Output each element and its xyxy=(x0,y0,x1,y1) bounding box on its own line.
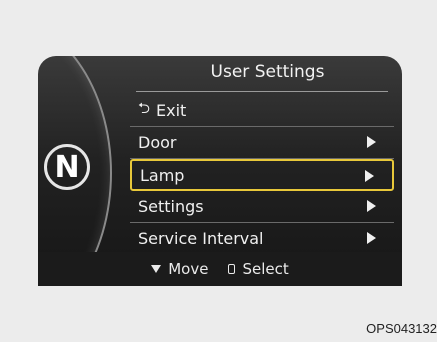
menu-item-service-interval[interactable]: Service Interval xyxy=(130,223,394,255)
menu-item-label: Lamp xyxy=(140,165,185,185)
submenu-arrow-icon xyxy=(365,170,374,182)
title-divider xyxy=(136,91,388,92)
menu-item-door[interactable]: Door xyxy=(130,127,394,159)
select-label: Select xyxy=(242,260,289,278)
move-label: Move xyxy=(168,260,209,278)
gear-indicator: N xyxy=(44,144,90,190)
instrument-cluster-display: N User Settings ⮌ Exit Door Lamp Setting… xyxy=(38,56,402,286)
menu-item-lamp[interactable]: Lamp xyxy=(130,159,394,191)
menu-item-label: Service Interval xyxy=(138,229,264,248)
menu-item-label: Exit xyxy=(156,101,187,120)
submenu-arrow-icon xyxy=(367,200,376,212)
return-arrow-icon: ⮌ xyxy=(138,99,151,117)
select-button-icon xyxy=(228,264,236,274)
figure-caption: OPS043132 xyxy=(366,321,437,336)
menu-item-settings[interactable]: Settings xyxy=(130,191,394,223)
move-hint: Move xyxy=(151,260,208,278)
menu-item-label: Settings xyxy=(138,197,204,216)
control-hint-bar: Move Select xyxy=(38,252,402,286)
menu-item-exit[interactable]: ⮌ Exit xyxy=(130,95,394,127)
down-triangle-icon xyxy=(151,265,162,273)
submenu-arrow-icon xyxy=(367,232,376,244)
menu-item-label: Door xyxy=(138,133,177,152)
menu-title: User Settings xyxy=(210,62,325,82)
select-hint: Select xyxy=(228,260,289,278)
settings-menu: ⮌ Exit Door Lamp Settings Service Interv… xyxy=(130,95,394,255)
submenu-arrow-icon xyxy=(367,136,376,148)
